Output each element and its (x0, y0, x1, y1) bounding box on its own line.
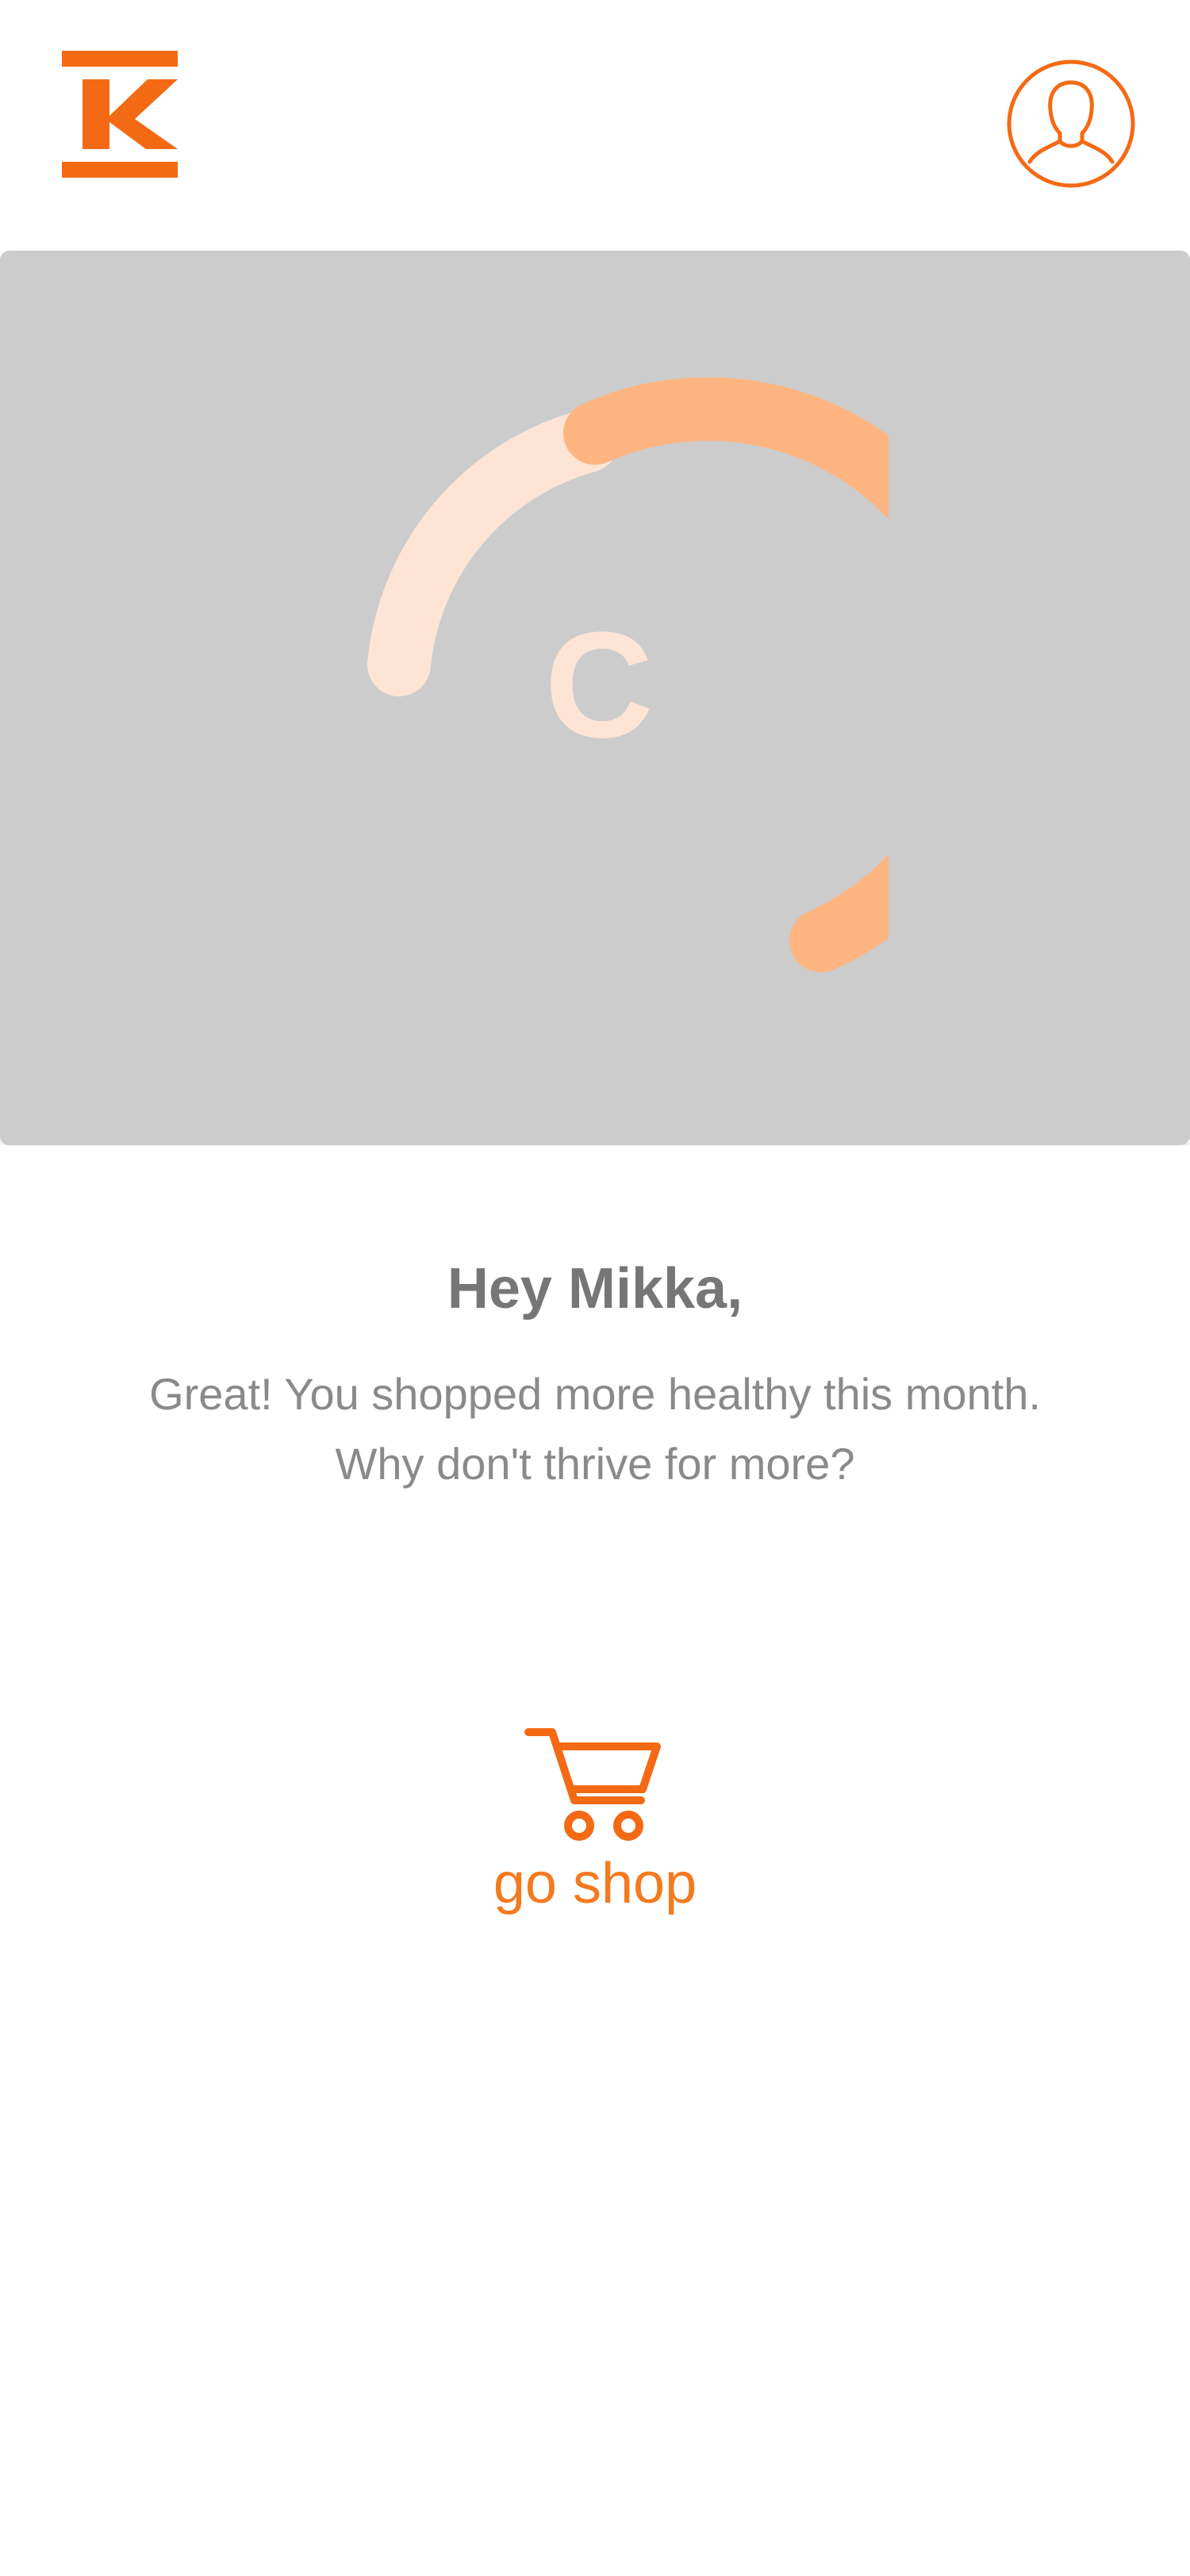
profile-button[interactable] (1006, 59, 1136, 189)
greeting-title: Hey Mikka, (447, 1257, 743, 1321)
user-avatar-icon (1027, 80, 1115, 164)
go-shop-label: go shop (493, 1852, 697, 1915)
health-score-card: C (0, 251, 1190, 1145)
health-message: Great! You shopped more healthy this mon… (63, 1359, 1127, 1499)
main-content: Hey Mikka, Great! You shopped more healt… (0, 1145, 1190, 2576)
cart-icon (524, 1728, 661, 1841)
k-logo-icon[interactable] (62, 51, 178, 178)
message-line-1: Great! You shopped more healthy this mon… (149, 1369, 1041, 1419)
message-line-2: Why don't thrive for more? (335, 1439, 855, 1489)
score-ring: C (367, 378, 889, 972)
go-shop-button[interactable]: go shop (444, 1724, 746, 1962)
app-header (0, 0, 1190, 251)
grade-letter: C (544, 601, 653, 769)
